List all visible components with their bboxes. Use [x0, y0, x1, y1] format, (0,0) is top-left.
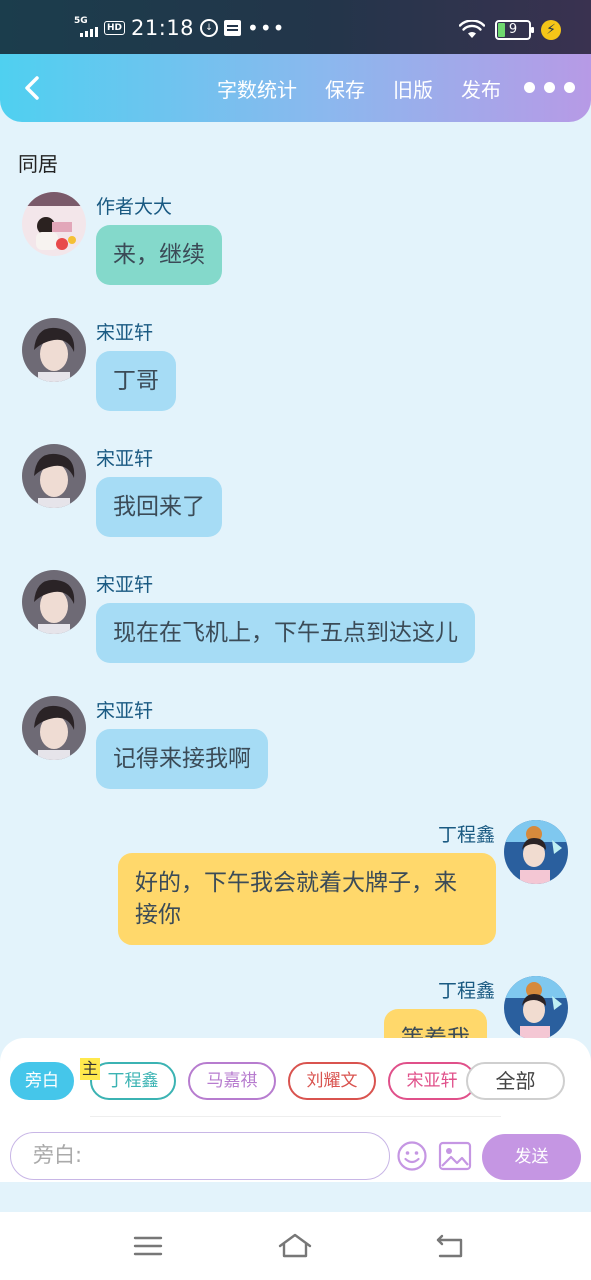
system-nav-bar — [0, 1212, 591, 1280]
editor-toolbar: 字数统计 保存 旧版 发布 — [0, 54, 591, 122]
message-bubble[interactable]: 等着我 — [384, 1009, 487, 1040]
message-bubble[interactable]: 记得来接我啊 — [96, 729, 268, 789]
message-bubble[interactable]: 我回来了 — [96, 477, 222, 537]
back-icon[interactable] — [432, 1230, 468, 1262]
sender-name: 宋亚轩 — [96, 574, 154, 596]
chapter-title: 同居 — [18, 152, 58, 176]
back-arrow-icon[interactable] — [18, 72, 48, 104]
clock: 21:18 — [131, 16, 195, 40]
wifi-icon — [459, 20, 485, 38]
publish-button[interactable]: 发布 — [461, 74, 501, 103]
hd-icon: HD — [104, 21, 126, 35]
calendar-icon — [224, 20, 242, 36]
panel-bottom-spacer — [0, 1182, 591, 1212]
battery-icon: 9 — [495, 20, 534, 40]
chat-area[interactable]: 同居 作者大大 来，继续 宋亚轩 丁哥 宋亚轩 我回来了 宋亚轩 现在在飞机上，… — [0, 122, 591, 1040]
home-icon[interactable] — [277, 1230, 313, 1262]
ding-chengxin-avatar[interactable] — [504, 820, 568, 884]
send-button[interactable]: 发送 — [482, 1134, 581, 1180]
song-yaxuan-avatar[interactable] — [22, 570, 86, 634]
word-count-button[interactable]: 字数统计 — [217, 74, 297, 103]
battery-level: 9 — [508, 22, 518, 37]
notification-icon: ↓ — [200, 19, 219, 37]
song-yaxuan-avatar[interactable] — [22, 696, 86, 760]
emoji-icon[interactable] — [396, 1140, 428, 1172]
role-chip-all[interactable]: 全部 — [466, 1062, 565, 1100]
role-chip-ma-jiaqi[interactable]: 马嘉祺 — [188, 1062, 276, 1100]
host-badge: 主 — [80, 1058, 100, 1080]
sender-name: 宋亚轩 — [96, 700, 154, 722]
role-selector: 旁白 丁程鑫 主 马嘉祺 刘耀文 宋亚轩 全部 — [10, 1058, 581, 1102]
save-button[interactable]: 保存 — [325, 74, 365, 103]
charging-icon: ⚡ — [541, 20, 561, 40]
more-options-icon[interactable] — [524, 82, 575, 93]
author-avatar[interactable] — [22, 192, 86, 256]
old-version-button[interactable]: 旧版 — [393, 74, 433, 103]
message-bubble[interactable]: 来，继续 — [96, 225, 222, 285]
sender-name: 作者大大 — [96, 196, 173, 218]
role-chip-song-yaxuan[interactable]: 宋亚轩 — [388, 1062, 476, 1100]
message-bubble[interactable]: 丁哥 — [96, 351, 176, 411]
composer-panel: 旁白 丁程鑫 主 马嘉祺 刘耀文 宋亚轩 全部 旁白: 发送 — [0, 1038, 591, 1182]
signal-icon: 5G — [74, 17, 98, 39]
divider — [90, 1116, 501, 1117]
sender-name: 丁程鑫 — [437, 980, 495, 1002]
role-chip-liu-yaowen[interactable]: 刘耀文 — [288, 1062, 376, 1100]
song-yaxuan-avatar[interactable] — [22, 318, 86, 382]
message-input[interactable]: 旁白: — [10, 1132, 390, 1180]
song-yaxuan-avatar[interactable] — [22, 444, 86, 508]
message-bubble[interactable]: 好的，下午我会就着大牌子，来接你 — [118, 853, 496, 945]
sender-name: 丁程鑫 — [437, 824, 495, 846]
more-notifications-icon: ••• — [247, 16, 286, 40]
message-bubble[interactable]: 现在在飞机上，下午五点到达这儿 — [96, 603, 475, 663]
role-chip-narration[interactable]: 旁白 — [10, 1062, 74, 1100]
image-icon[interactable] — [438, 1140, 472, 1172]
status-bar: 5G HD 21:18 ↓ ••• 9 ⚡ — [0, 0, 591, 58]
sender-name: 宋亚轩 — [96, 448, 154, 470]
sender-name: 宋亚轩 — [96, 322, 154, 344]
menu-icon[interactable] — [130, 1230, 166, 1262]
ding-chengxin-avatar[interactable] — [504, 976, 568, 1040]
role-chip-ding-chengxin[interactable]: 丁程鑫 — [90, 1062, 176, 1100]
